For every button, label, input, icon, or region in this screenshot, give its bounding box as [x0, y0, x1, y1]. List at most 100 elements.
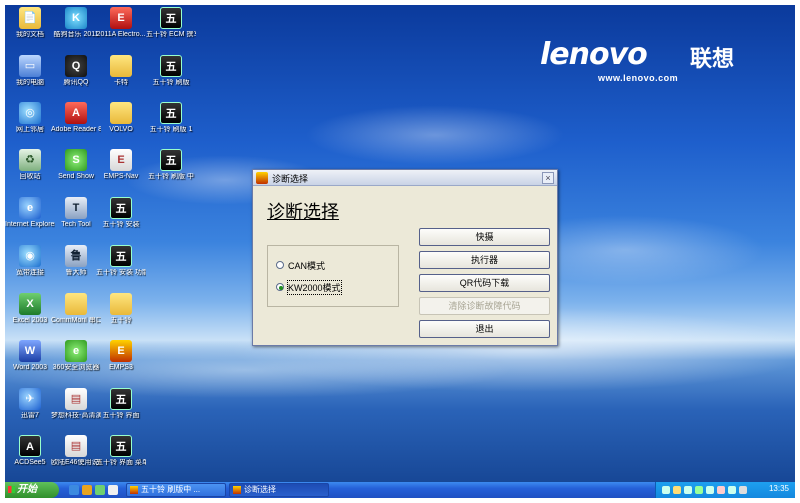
task-label: 五十铃 刷版中 ... [141, 485, 201, 494]
icon-label: 欧陆E46使用说明书 V... [51, 459, 101, 466]
tray-360-icon[interactable] [695, 486, 703, 494]
icon-label: Excel 2003 [12, 317, 48, 324]
desktop-icon-e46-manual[interactable]: ▤ 欧陆E46使用说明书 V... [51, 435, 101, 481]
desktop-icon-isuzu-ui-menu[interactable]: 五五十铃 界面 菜单 [96, 435, 146, 481]
show-desktop-icon[interactable] [108, 485, 118, 495]
task-label: 诊断选择 [244, 485, 276, 494]
tech-tool-icon: T [65, 197, 87, 219]
icon-label: Internet Explorer [5, 221, 55, 228]
icon-label: 五十铃 [110, 317, 132, 324]
ludashi-icon: 鲁 [65, 245, 87, 267]
desktop-icon-my-computer[interactable]: ▭ 我的电脑 [5, 55, 55, 101]
icon-label: 梦想科技-高清演示片 [51, 412, 101, 419]
radio-checked-icon [276, 283, 284, 291]
icon-label: 五十铃 安装 [102, 221, 140, 228]
start-button[interactable]: 开始 [5, 482, 59, 498]
app-icon [256, 172, 268, 184]
desktop-icon-ludashi[interactable]: 鲁鲁大师 [51, 245, 101, 291]
send-show-icon: S [65, 149, 87, 171]
adobe-reader-icon: A [65, 102, 87, 124]
desktop-icon-isuzu-ui[interactable]: 五五十铃 界面 [96, 388, 146, 434]
desktop-icon-cat[interactable]: 卡特 [96, 55, 146, 101]
media-quicklaunch-icon[interactable] [82, 485, 92, 495]
desktop-icon-acdsee[interactable]: A ACDSee5 [5, 435, 55, 481]
tray-network-icon[interactable] [662, 486, 670, 494]
desktop-icon-kugou[interactable]: K 酷狗音乐 2011 [51, 7, 101, 53]
desktop-icon-word[interactable]: W Word 2003 [5, 340, 55, 386]
document-icon: ▤ [65, 388, 87, 410]
desktop-icon-isuzu-ecm[interactable]: 五五十铃 ECM 撰写 [146, 7, 196, 53]
desktop-icon-emps-nav[interactable]: E EMPS-Nav [96, 149, 146, 195]
folder-icon [110, 102, 132, 124]
exit-button[interactable]: 退出 [419, 320, 550, 338]
computer-icon: ▭ [19, 55, 41, 77]
radio-kw2000-mode[interactable]: KW2000模式 [276, 279, 342, 295]
desktop-icon-360[interactable]: e 360安全浏览器 [51, 340, 101, 386]
desktop-icon-ie[interactable]: e Internet Explorer [5, 197, 55, 243]
radio-can-mode[interactable]: CAN模式 [276, 258, 325, 272]
word-icon: W [19, 340, 41, 362]
ie-quicklaunch-icon[interactable] [69, 485, 79, 495]
lenovo-logo: lenovo 联想 www.lenovo.com [540, 37, 760, 87]
folder-icon [110, 55, 132, 77]
thunder-icon: ✈ [19, 388, 41, 410]
task-isuzu-flash[interactable]: 五十铃 刷版中 ... [126, 483, 226, 497]
desktop: lenovo 联想 www.lenovo.com 📄 我的文档 ▭ 我的电脑 ◎ 网上… [5, 5, 795, 498]
desktop-icon-qq[interactable]: Q 腾讯QQ [51, 55, 101, 101]
system-tray: 13:35 [655, 482, 795, 498]
dialog-titlebar[interactable]: 诊断选择 × [253, 170, 557, 186]
icon-label: 五十铃 刷版 中 [148, 173, 194, 180]
desktop-icon-send-show[interactable]: S Send Show [51, 149, 101, 195]
icon-label: 鲁大师 [65, 269, 87, 276]
excel-icon: X [19, 293, 41, 315]
icon-label: 五十铃 界面 [102, 412, 140, 419]
tray-usb-icon[interactable] [728, 486, 736, 494]
desktop-icon-isuzu-folder[interactable]: 五十铃 [96, 293, 146, 339]
qr-download-button[interactable]: QR代码下载 [419, 274, 550, 292]
taskbar: 开始 五十铃 刷版中 ... 诊断选择 13:35 [5, 482, 795, 498]
desktop-icon-thunder[interactable]: ✈ 迅雷7 [5, 388, 55, 434]
icon-label: 2011A Electro... [96, 31, 146, 38]
icon-label: 360安全浏览器 [52, 364, 100, 371]
icon-label: CommMonl 串口调试 [51, 317, 101, 324]
desktop-icon-broadband[interactable]: ◉ 宽带连接 [5, 245, 55, 291]
tray-qq-icon[interactable] [706, 486, 714, 494]
document-icon: ▤ [65, 435, 87, 457]
desktop-icon-tech-tool[interactable]: T Tech Tool [51, 197, 101, 243]
isuzu-icon: 五 [160, 149, 182, 171]
tray-volume-icon[interactable] [684, 486, 692, 494]
desktop-icon-isuzu-flash-1[interactable]: 五五十铃 刷版 1 [146, 102, 196, 148]
desktop-icon-commmon[interactable]: CommMonl 串口调试 [51, 293, 101, 339]
icon-label: 五十铃 ECM 撰写 [146, 31, 196, 38]
desktop-icon-recycle-bin[interactable]: ♻ 回收站 [5, 149, 55, 195]
icon-label: 卡特 [114, 79, 128, 86]
desktop-icon-emps3[interactable]: E EMPS3 [96, 340, 146, 386]
icon-label: VOLVO [109, 126, 133, 133]
tray-shield-icon[interactable] [673, 486, 681, 494]
tray-alert-icon[interactable] [717, 486, 725, 494]
desktop-icon-electro[interactable]: E 2011A Electro... [96, 7, 146, 53]
tray-ime-icon[interactable] [739, 486, 747, 494]
desktop-icon-isuzu-install-func[interactable]: 五五十铃 安装 功能 [96, 245, 146, 291]
desktop-icon-my-documents[interactable]: 📄 我的文档 [5, 7, 55, 53]
desktop-icon-adobe[interactable]: A Adobe Reader 8 [51, 102, 101, 148]
isuzu-icon: 五 [160, 55, 182, 77]
snapshot-button[interactable]: 快摄 [419, 228, 550, 246]
icon-label: 回收站 [19, 173, 41, 180]
task-diagnosis-selection[interactable]: 诊断选择 [229, 483, 329, 497]
desktop-icon-isuzu-flash[interactable]: 五五十铃 刷版 [146, 55, 196, 101]
desktop-icon-volvo[interactable]: VOLVO [96, 102, 146, 148]
desktop-icon-dream-tech[interactable]: ▤ 梦想科技-高清演示片 [51, 388, 101, 434]
desktop-icon-excel[interactable]: X Excel 2003 [5, 293, 55, 339]
clear-dtc-button[interactable]: 清除诊断故障代码 [419, 297, 550, 315]
desktop-icon-network[interactable]: ◎ 网上邻居 [5, 102, 55, 148]
logo-cn: 联想 [690, 46, 735, 71]
icon-label: 我的文档 [16, 31, 44, 38]
actuator-button[interactable]: 执行器 [419, 251, 550, 269]
browser-quicklaunch-icon[interactable] [95, 485, 105, 495]
desktop-icon-isuzu-flash-mid[interactable]: 五五十铃 刷版 中 [146, 149, 196, 195]
close-button[interactable]: × [542, 172, 554, 184]
folder-icon [110, 293, 132, 315]
desktop-icon-isuzu-install[interactable]: 五五十铃 安装 [96, 197, 146, 243]
icon-label: 五十铃 刷版 1 [149, 126, 193, 133]
